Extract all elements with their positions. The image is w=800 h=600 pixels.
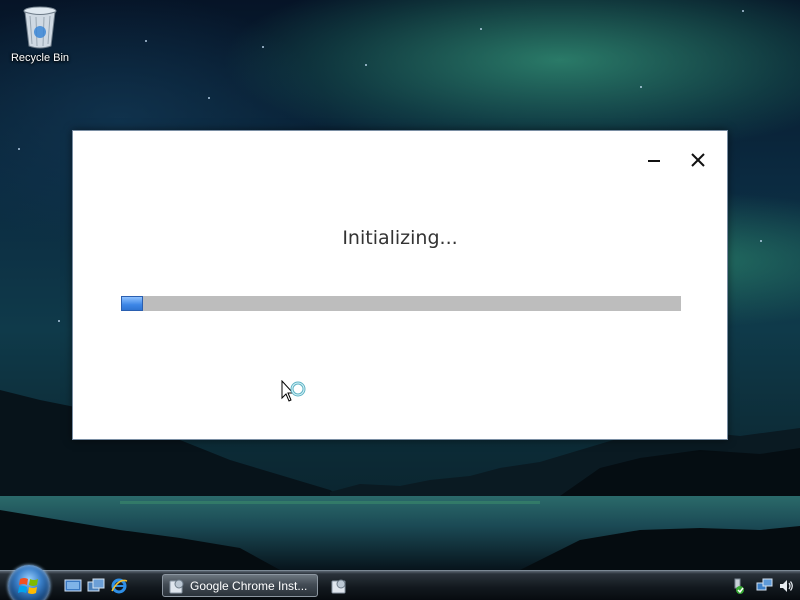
recycle-bin-icon (23, 6, 57, 49)
minimize-button[interactable] (643, 149, 665, 171)
status-text: Initializing... (342, 227, 458, 249)
recycle-bin[interactable]: Recycle Bin (6, 4, 74, 74)
system-tray (724, 571, 800, 600)
switch-windows-icon (87, 578, 105, 592)
progress-fill (121, 296, 143, 311)
windows-start-icon (18, 578, 38, 594)
show-desktop-button[interactable] (64, 578, 82, 594)
taskbar-button-installer[interactable] (330, 577, 348, 595)
star (145, 40, 147, 42)
network-icon (756, 578, 773, 591)
star (480, 28, 482, 30)
close-icon (691, 153, 705, 167)
star (760, 240, 762, 242)
star (18, 148, 20, 150)
chrome-installer-window: Initializing... (72, 130, 728, 440)
show-desktop-icon (64, 579, 82, 592)
minimize-icon (648, 160, 660, 162)
taskbar-button-chrome-installer[interactable]: Google Chrome Inst... (162, 574, 318, 597)
star (742, 10, 744, 12)
close-button[interactable] (687, 149, 709, 171)
start-button[interactable] (8, 565, 50, 600)
star (262, 46, 264, 48)
volume-button[interactable] (778, 578, 794, 598)
star (640, 86, 642, 88)
installer-icon (169, 579, 184, 593)
internet-explorer-icon (111, 578, 128, 594)
progress-bar (121, 296, 681, 311)
busy-cursor-icon (281, 380, 306, 402)
recycle-bin-label: Recycle Bin (10, 52, 70, 64)
installer-icon (331, 579, 346, 594)
safely-remove-hardware-icon (734, 578, 744, 594)
star (58, 320, 60, 322)
star (208, 97, 210, 99)
taskbar: Google Chrome Inst... (0, 565, 800, 600)
switch-windows-button[interactable] (87, 578, 105, 594)
star (365, 64, 367, 66)
desktop: Recycle Bin Initializing... Google Chrom… (0, 0, 800, 600)
safely-remove-hardware-button[interactable] (730, 578, 746, 598)
volume-icon (780, 580, 793, 592)
network-button[interactable] (756, 578, 774, 598)
internet-explorer-button[interactable] (110, 578, 128, 594)
taskbar-button-label: Google Chrome Inst... (190, 578, 308, 593)
